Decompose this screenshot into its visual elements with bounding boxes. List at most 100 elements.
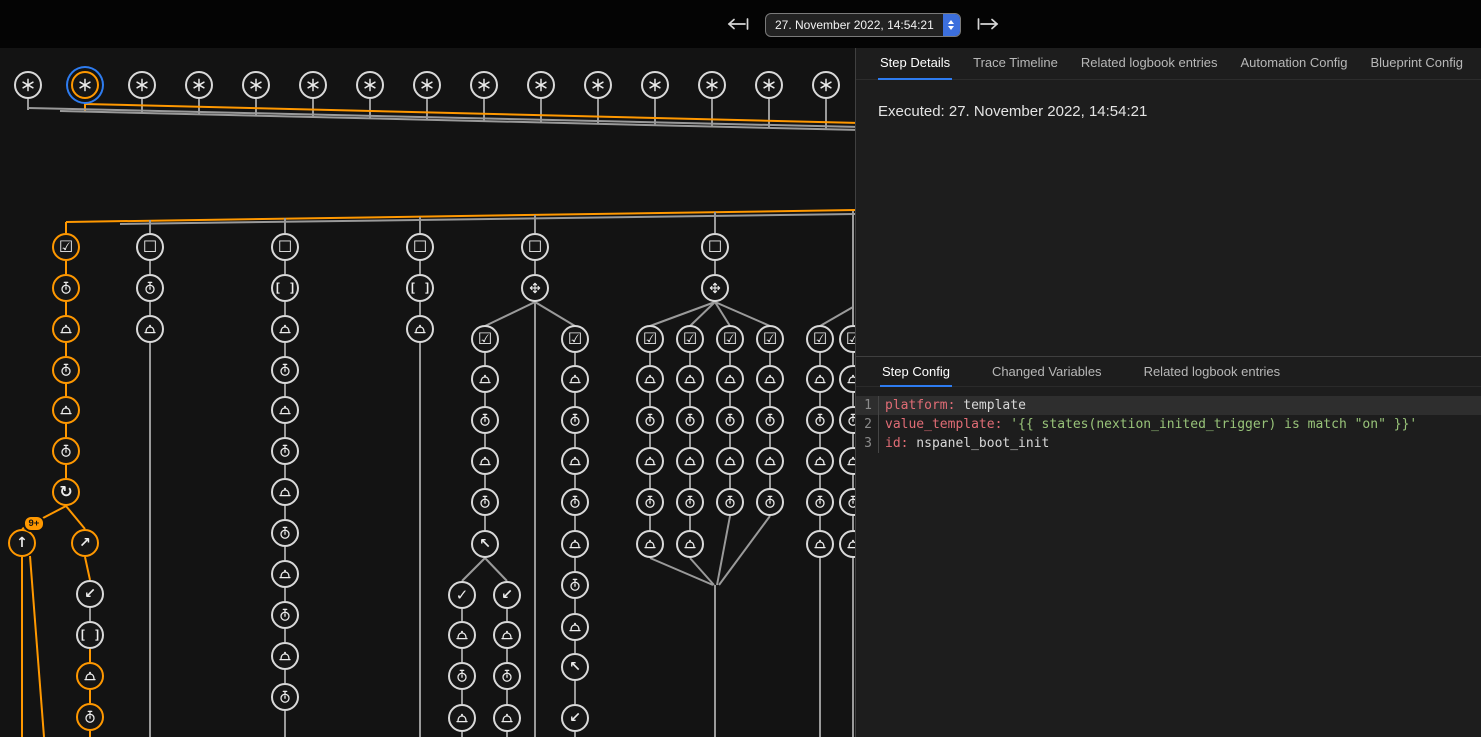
graph-node-service[interactable] bbox=[716, 365, 744, 393]
graph-node-checkbox[interactable]: ☑ bbox=[806, 325, 834, 353]
graph-node-service[interactable] bbox=[271, 396, 299, 424]
graph-node-service[interactable] bbox=[271, 560, 299, 588]
graph-node-repeat[interactable]: ↻ bbox=[52, 478, 80, 506]
graph-node-service[interactable] bbox=[676, 447, 704, 475]
graph-node-service[interactable] bbox=[448, 704, 476, 732]
graph-node-timer[interactable] bbox=[756, 406, 784, 434]
graph-node-timer[interactable] bbox=[76, 703, 104, 731]
graph-node-arrow-up-right[interactable]: ↗ bbox=[71, 529, 99, 557]
graph-node-timer[interactable] bbox=[806, 406, 834, 434]
graph-node-square[interactable]: ☐ bbox=[271, 233, 299, 261]
graph-node-timer[interactable] bbox=[52, 437, 80, 465]
graph-node-timer[interactable] bbox=[471, 406, 499, 434]
graph-node-asterisk[interactable] bbox=[14, 71, 42, 99]
tab-trace-timeline[interactable]: Trace Timeline bbox=[971, 46, 1060, 80]
graph-node-service[interactable] bbox=[271, 315, 299, 343]
graph-node-asterisk[interactable] bbox=[299, 71, 327, 99]
graph-node-asterisk[interactable] bbox=[470, 71, 498, 99]
graph-node-service[interactable] bbox=[716, 447, 744, 475]
graph-node-timer[interactable] bbox=[271, 683, 299, 711]
graph-node-asterisk[interactable] bbox=[242, 71, 270, 99]
graph-node-timer[interactable] bbox=[52, 274, 80, 302]
graph-node-service[interactable] bbox=[676, 530, 704, 558]
graph-node-square[interactable]: ☐ bbox=[521, 233, 549, 261]
graph-node-service[interactable] bbox=[136, 315, 164, 343]
graph-node-service[interactable] bbox=[806, 365, 834, 393]
tab-step-details[interactable]: Step Details bbox=[878, 46, 952, 80]
graph-node-square[interactable]: ☐ bbox=[136, 233, 164, 261]
graph-node-service[interactable] bbox=[636, 447, 664, 475]
graph-node-service[interactable] bbox=[676, 365, 704, 393]
graph-node-service[interactable] bbox=[406, 315, 434, 343]
graph-node-timer[interactable] bbox=[271, 601, 299, 629]
tab-step-config[interactable]: Step Config bbox=[880, 357, 952, 387]
graph-node-asterisk[interactable] bbox=[755, 71, 783, 99]
graph-node-asterisk[interactable] bbox=[812, 71, 840, 99]
graph-node-timer[interactable] bbox=[676, 488, 704, 516]
graph-node-checkbox[interactable]: ☑ bbox=[716, 325, 744, 353]
graph-node-service[interactable] bbox=[76, 662, 104, 690]
graph-node-service[interactable] bbox=[636, 365, 664, 393]
graph-node-service[interactable] bbox=[756, 447, 784, 475]
graph-node-timer[interactable] bbox=[756, 488, 784, 516]
graph-node-asterisk[interactable] bbox=[641, 71, 669, 99]
graph-node-timer[interactable] bbox=[676, 406, 704, 434]
graph-node-choose[interactable] bbox=[521, 274, 549, 302]
graph-node-service[interactable] bbox=[636, 530, 664, 558]
graph-node-arrow-up[interactable]: ↑ bbox=[8, 529, 36, 557]
graph-node-arrow-up-left[interactable]: ↖ bbox=[471, 530, 499, 558]
graph-node-timer[interactable] bbox=[716, 488, 744, 516]
run-selector[interactable]: 27. November 2022, 14:54:21 bbox=[765, 13, 961, 37]
tab-blueprint-config[interactable]: Blueprint Config bbox=[1368, 46, 1465, 80]
previous-run-button[interactable] bbox=[724, 14, 752, 37]
graph-node-asterisk[interactable] bbox=[413, 71, 441, 99]
graph-node-service[interactable] bbox=[271, 642, 299, 670]
graph-node-service[interactable] bbox=[493, 704, 521, 732]
graph-node-service[interactable] bbox=[52, 396, 80, 424]
graph-node-arrow-down-left[interactable]: ↙ bbox=[561, 704, 589, 732]
graph-node-choose[interactable] bbox=[701, 274, 729, 302]
graph-node-brackets[interactable]: [ ] bbox=[271, 274, 299, 302]
graph-node-asterisk[interactable] bbox=[185, 71, 213, 99]
graph-node-service[interactable] bbox=[471, 365, 499, 393]
graph-node-checkbox[interactable]: ☑ bbox=[676, 325, 704, 353]
graph-node-asterisk[interactable] bbox=[527, 71, 555, 99]
graph-node-service[interactable] bbox=[806, 530, 834, 558]
graph-node-service[interactable] bbox=[448, 621, 476, 649]
tab-related-logbook-entries[interactable]: Related logbook entries bbox=[1079, 46, 1220, 80]
graph-node-timer[interactable] bbox=[806, 488, 834, 516]
graph-node-service[interactable] bbox=[806, 447, 834, 475]
graph-node-timer[interactable] bbox=[52, 356, 80, 384]
graph-node-timer[interactable] bbox=[561, 406, 589, 434]
graph-node-square[interactable]: ☐ bbox=[701, 233, 729, 261]
graph-node-arrow-up-left[interactable]: ↖ bbox=[561, 653, 589, 681]
graph-node-timer[interactable] bbox=[561, 488, 589, 516]
graph-node-timer[interactable] bbox=[636, 488, 664, 516]
graph-node-timer[interactable] bbox=[471, 488, 499, 516]
graph-node-arrow-down-left[interactable]: ↙ bbox=[493, 581, 521, 609]
graph-node-timer[interactable] bbox=[271, 437, 299, 465]
graph-node-checkbox[interactable]: ☑ bbox=[636, 325, 664, 353]
graph-node-checkbox[interactable]: ☑ bbox=[756, 325, 784, 353]
graph-node-timer[interactable] bbox=[561, 571, 589, 599]
graph-node-service[interactable] bbox=[756, 365, 784, 393]
graph-node-service[interactable] bbox=[561, 530, 589, 558]
tab-changed-variables[interactable]: Changed Variables bbox=[990, 357, 1104, 387]
graph-node-service[interactable] bbox=[271, 478, 299, 506]
graph-node-timer[interactable] bbox=[716, 406, 744, 434]
graph-node-brackets[interactable]: [ ] bbox=[406, 274, 434, 302]
graph-node-timer[interactable] bbox=[271, 356, 299, 384]
graph-node-check[interactable]: ✓ bbox=[448, 581, 476, 609]
graph-node-service[interactable] bbox=[561, 365, 589, 393]
graph-node-checkbox[interactable]: ☑ bbox=[471, 325, 499, 353]
graph-node-service[interactable] bbox=[493, 621, 521, 649]
graph-node-checkbox[interactable]: ☑ bbox=[561, 325, 589, 353]
graph-node-checkbox[interactable]: ☑ bbox=[52, 233, 80, 261]
graph-node-arrow-down-left[interactable]: ↙ bbox=[76, 580, 104, 608]
graph-node-timer[interactable] bbox=[136, 274, 164, 302]
graph-node-asterisk[interactable] bbox=[128, 71, 156, 99]
graph-node-square[interactable]: ☐ bbox=[406, 233, 434, 261]
graph-node-timer[interactable] bbox=[493, 662, 521, 690]
tab-automation-config[interactable]: Automation Config bbox=[1239, 46, 1350, 80]
graph-node-timer[interactable] bbox=[271, 519, 299, 547]
